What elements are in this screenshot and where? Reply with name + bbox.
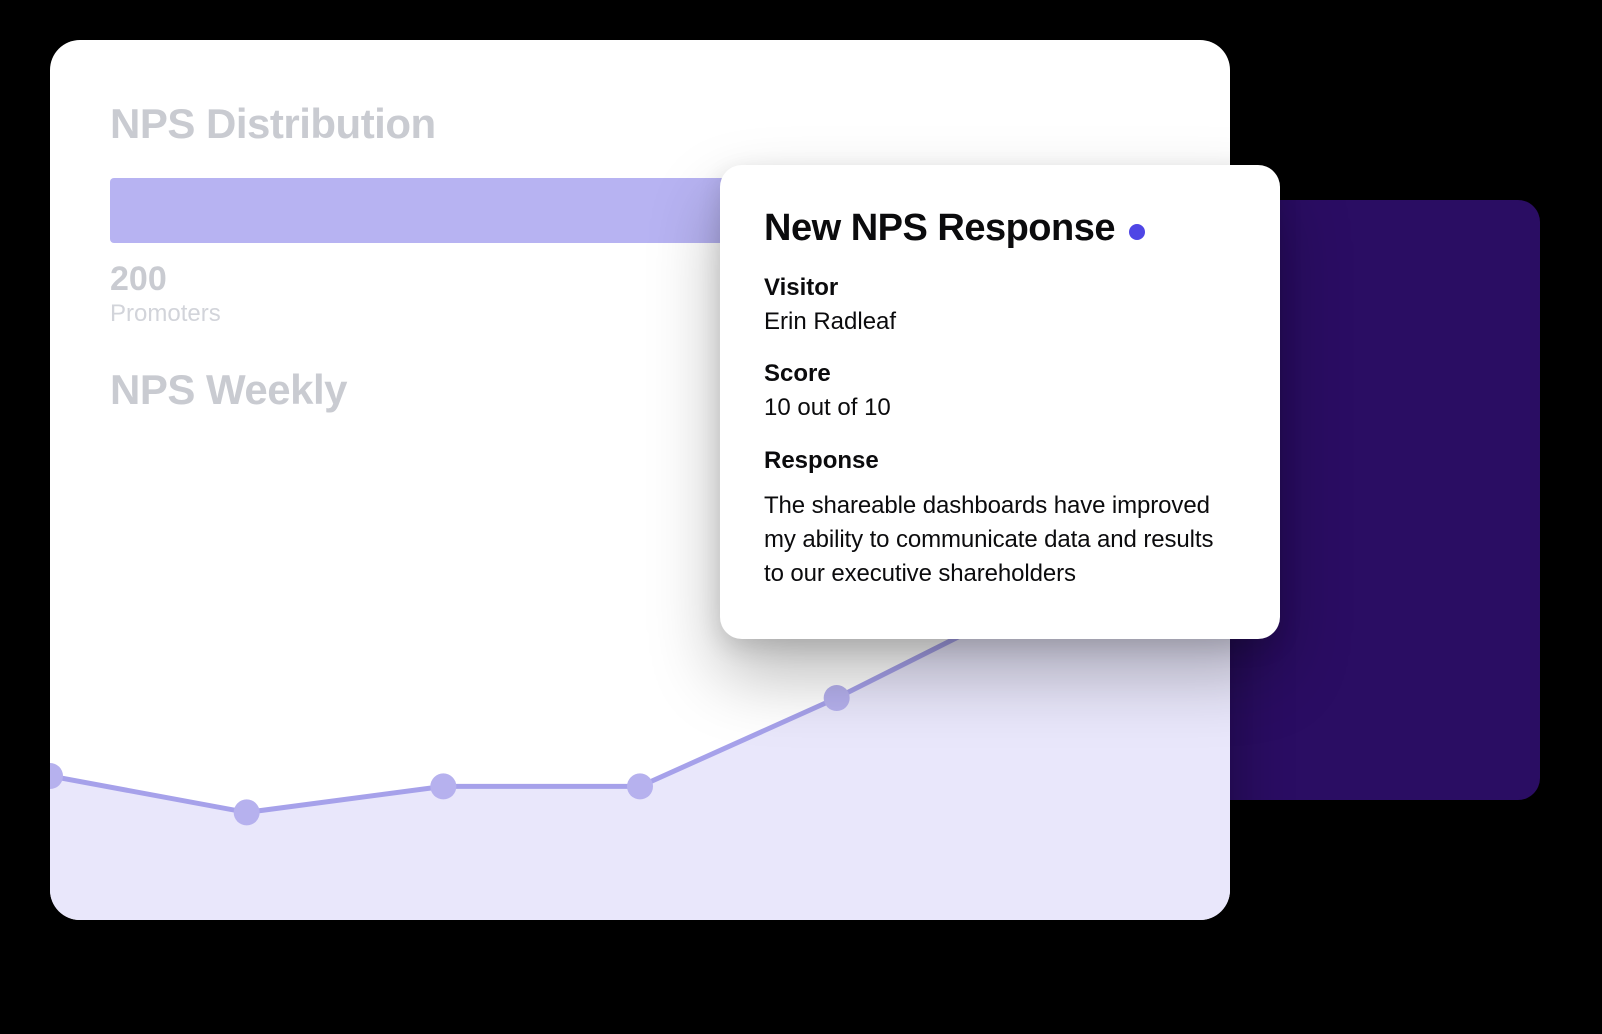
visitor-value: Erin Radleaf bbox=[764, 306, 1236, 338]
distribution-title: NPS Distribution bbox=[110, 100, 1170, 148]
score-label: Score bbox=[764, 360, 1236, 388]
visitor-label: Visitor bbox=[764, 274, 1236, 302]
distribution-col-promoters: 200 Promoters bbox=[110, 261, 817, 328]
distribution-segment-promoters bbox=[110, 178, 817, 243]
popup-title: New NPS Response bbox=[764, 207, 1115, 250]
response-body: The shareable dashboards have improved m… bbox=[764, 489, 1236, 591]
promoters-count: 200 bbox=[110, 261, 817, 298]
score-value: 10 out of 10 bbox=[764, 392, 1236, 424]
nps-response-popup[interactable]: New NPS Response Visitor Erin Radleaf Sc… bbox=[720, 165, 1280, 639]
promoters-label: Promoters bbox=[110, 300, 817, 328]
response-label: Response bbox=[764, 447, 1236, 475]
status-dot-icon bbox=[1129, 224, 1145, 240]
